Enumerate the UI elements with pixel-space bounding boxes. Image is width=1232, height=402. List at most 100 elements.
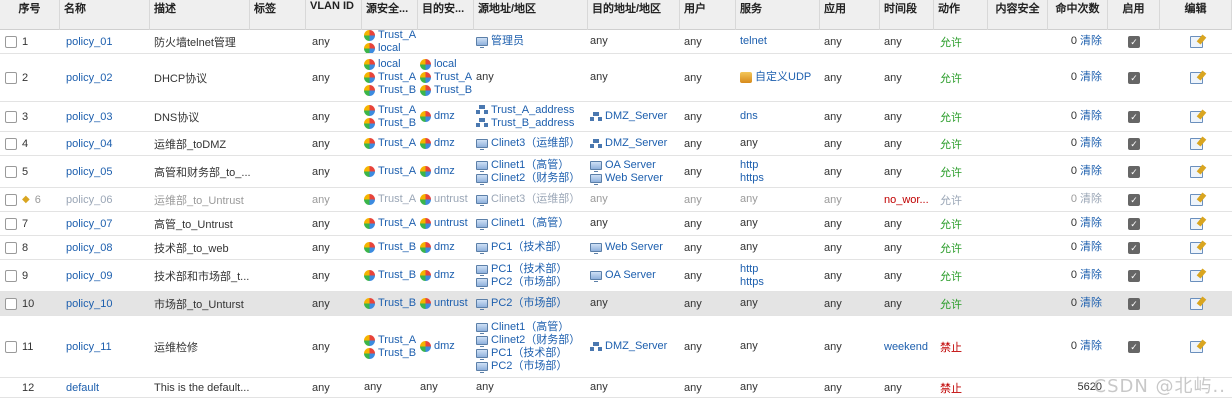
src-zone-item[interactable]: Trust_B bbox=[364, 84, 418, 97]
clear-hits-link[interactable]: 清除 bbox=[1080, 71, 1102, 84]
table-row[interactable]: 8 policy_08 技术部_to_web any Trust_B dmz PC1（技术部… bbox=[0, 236, 1232, 260]
dst-zone-item[interactable]: untrust bbox=[420, 217, 474, 230]
policy-name-link[interactable]: policy_03 bbox=[66, 111, 150, 123]
dst-addr-item[interactable]: DMZ_Server bbox=[590, 340, 680, 353]
src-addr-item[interactable]: Trust_A_address bbox=[476, 104, 588, 117]
column-header-vlan[interactable]: VLAN ID bbox=[306, 0, 362, 30]
policy-name-link[interactable]: policy_08 bbox=[66, 242, 150, 254]
row-select-checkbox[interactable] bbox=[5, 110, 17, 123]
policy-name-link[interactable]: policy_02 bbox=[66, 72, 150, 84]
enable-checkbox[interactable]: ✓ bbox=[1128, 71, 1140, 84]
src-zone-item[interactable]: Trust_A bbox=[364, 104, 418, 117]
enable-checkbox[interactable]: ✓ bbox=[1128, 269, 1140, 282]
row-select-checkbox[interactable] bbox=[5, 71, 17, 84]
policy-name-link[interactable]: policy_10 bbox=[66, 298, 150, 310]
edit-icon[interactable] bbox=[1189, 241, 1203, 254]
src-zone-item[interactable]: local bbox=[364, 58, 418, 71]
src-zone-item[interactable]: Trust_B bbox=[364, 297, 418, 310]
edit-icon[interactable] bbox=[1189, 340, 1203, 353]
edit-icon[interactable] bbox=[1189, 110, 1203, 123]
src-zone-item[interactable]: local bbox=[364, 42, 418, 53]
src-zone-item[interactable]: Trust_B bbox=[364, 117, 418, 130]
service-item[interactable]: 自定义UDP bbox=[740, 71, 820, 84]
policy-name-link[interactable]: policy_09 bbox=[66, 270, 150, 282]
edit-icon[interactable] bbox=[1189, 165, 1203, 178]
policy-name-link[interactable]: policy_01 bbox=[66, 36, 150, 48]
table-row[interactable]: 12 default This is the default... any any any… bbox=[0, 378, 1232, 398]
column-header-hits[interactable]: 命中次数 bbox=[1048, 0, 1108, 30]
column-header-app[interactable]: 应用 bbox=[820, 0, 880, 30]
dst-zone-item[interactable]: dmz bbox=[420, 340, 474, 353]
clear-hits-link[interactable]: 清除 bbox=[1080, 165, 1102, 178]
row-select-checkbox[interactable] bbox=[5, 269, 17, 282]
dst-addr-item[interactable]: OA Server bbox=[590, 269, 680, 282]
dst-zone-item[interactable]: dmz bbox=[420, 269, 474, 282]
src-addr-item[interactable]: 管理员 bbox=[476, 35, 588, 48]
service-item[interactable]: telnet bbox=[740, 35, 820, 48]
column-header-service[interactable]: 服务 bbox=[736, 0, 820, 30]
policy-name-link[interactable]: policy_11 bbox=[66, 341, 150, 353]
policy-name-link[interactable]: policy_05 bbox=[66, 166, 150, 178]
dst-zone-item[interactable]: dmz bbox=[420, 165, 474, 178]
clear-hits-link[interactable]: 清除 bbox=[1080, 297, 1102, 310]
src-zone-item[interactable]: Trust_B bbox=[364, 269, 418, 282]
clear-hits-link[interactable]: 清除 bbox=[1080, 217, 1102, 230]
column-header-edit[interactable]: 编辑 bbox=[1160, 0, 1232, 30]
column-header-tag[interactable]: 标签 bbox=[250, 0, 306, 30]
service-item[interactable]: https bbox=[740, 276, 820, 289]
src-zone-item[interactable]: Trust_B bbox=[364, 347, 418, 360]
table-row[interactable]: 9 policy_09 技术部和市场部_t... any Trust_B dmz PC1（技… bbox=[0, 260, 1232, 292]
dst-zone-item[interactable]: Trust_A bbox=[420, 71, 474, 84]
enable-checkbox[interactable]: ✓ bbox=[1128, 340, 1140, 353]
column-header-user[interactable]: 用户 bbox=[680, 0, 736, 30]
src-zone-item[interactable]: Trust_A bbox=[364, 137, 418, 150]
dst-addr-item[interactable]: Web Server bbox=[590, 172, 680, 185]
src-addr-item[interactable]: PC1（技术部） bbox=[476, 263, 588, 276]
row-select-checkbox[interactable] bbox=[5, 297, 17, 310]
table-row[interactable]: 11 policy_11 运维检修 any Trust_A Trust_B dmz Cline… bbox=[0, 316, 1232, 378]
src-addr-item[interactable]: Clinet3（运维部） bbox=[476, 137, 588, 150]
column-header-action[interactable]: 动作 bbox=[934, 0, 988, 30]
row-select-checkbox[interactable] bbox=[5, 340, 17, 353]
service-item[interactable]: https bbox=[740, 172, 820, 185]
table-row[interactable]: ◆ 6 policy_06 运维部_to_Untrust any Trust_A untru… bbox=[0, 188, 1232, 212]
src-addr-item[interactable]: Clinet1（高管） bbox=[476, 159, 588, 172]
dst-zone-item[interactable]: dmz bbox=[420, 110, 474, 123]
column-header-name[interactable]: 名称 bbox=[60, 0, 150, 30]
dst-zone-item[interactable]: local bbox=[420, 58, 474, 71]
row-select-checkbox[interactable] bbox=[5, 217, 17, 230]
clear-hits-link[interactable]: 清除 bbox=[1080, 340, 1102, 353]
clear-hits-link[interactable]: 清除 bbox=[1080, 241, 1102, 254]
edit-icon[interactable] bbox=[1189, 217, 1203, 230]
table-row[interactable]: 7 policy_07 高管_to_Untrust any Trust_A untrust… bbox=[0, 212, 1232, 236]
src-addr-item[interactable]: Clinet3（运维部） bbox=[476, 193, 588, 206]
service-item[interactable]: http bbox=[740, 159, 820, 172]
dst-addr-item[interactable]: Web Server bbox=[590, 241, 680, 254]
policy-name-link[interactable]: default bbox=[66, 382, 150, 394]
table-row[interactable]: 3 policy_03 DNS协议 any Trust_A Trust_B dmz Trust… bbox=[0, 102, 1232, 132]
column-header-src-addr[interactable]: 源地址/地区 bbox=[474, 0, 588, 30]
dst-addr-item[interactable]: DMZ_Server bbox=[590, 137, 680, 150]
service-item[interactable]: http bbox=[740, 263, 820, 276]
src-addr-item[interactable]: PC1（技术部） bbox=[476, 241, 588, 254]
dst-zone-item[interactable]: untrust bbox=[420, 297, 474, 310]
src-zone-item[interactable]: Trust_A bbox=[364, 165, 418, 178]
src-addr-item[interactable]: Clinet2（财务部） bbox=[476, 334, 588, 347]
policy-name-link[interactable]: policy_06 bbox=[66, 194, 150, 206]
column-header-src-zone[interactable]: 源安全... bbox=[362, 0, 418, 30]
table-row[interactable]: 2 policy_02 DHCP协议 any local Trust_A Trust_B lo… bbox=[0, 54, 1232, 102]
row-select-checkbox[interactable] bbox=[5, 35, 17, 48]
src-zone-item[interactable]: Trust_A bbox=[364, 71, 418, 84]
src-addr-item[interactable]: Clinet1（高管） bbox=[476, 321, 588, 334]
dst-zone-item[interactable]: dmz bbox=[420, 241, 474, 254]
policy-name-link[interactable]: policy_04 bbox=[66, 138, 150, 150]
edit-icon[interactable] bbox=[1189, 35, 1203, 48]
dst-zone-item[interactable]: Trust_B bbox=[420, 84, 474, 97]
time-range-value[interactable]: weekend bbox=[884, 341, 934, 353]
enable-checkbox[interactable]: ✓ bbox=[1128, 35, 1140, 48]
src-addr-item[interactable]: PC2（市场部） bbox=[476, 276, 588, 289]
enable-checkbox[interactable]: ✓ bbox=[1128, 110, 1140, 123]
src-zone-item[interactable]: Trust_A bbox=[364, 30, 418, 42]
src-addr-item[interactable]: PC2（市场部） bbox=[476, 360, 588, 373]
row-select-checkbox[interactable] bbox=[5, 137, 17, 150]
